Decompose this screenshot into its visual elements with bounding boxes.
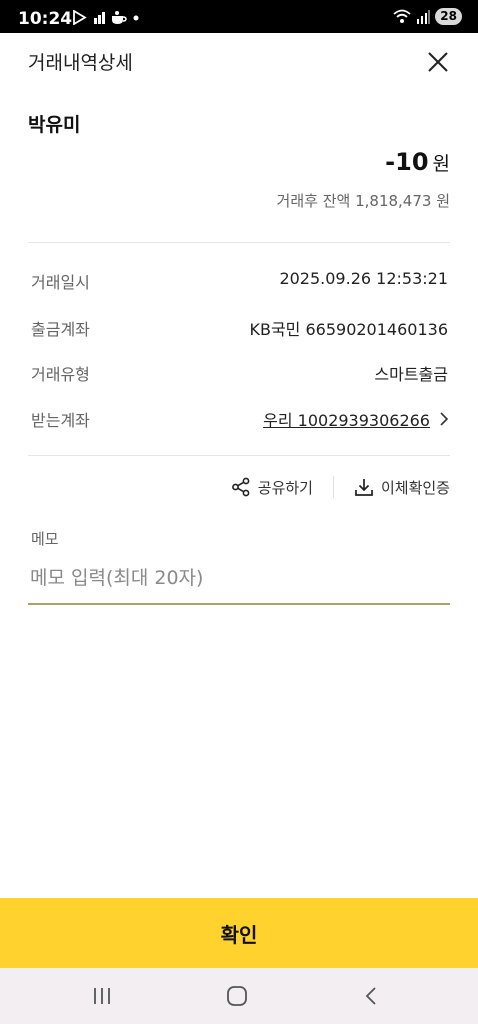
- status-bar: 10:24 28: [0, 0, 478, 33]
- balance-after: 거래후 잔액 1,818,473 원: [276, 192, 450, 210]
- detail-row-type: 거래유형 스마트출금: [28, 357, 450, 387]
- close-icon[interactable]: [426, 50, 450, 74]
- system-nav-bar: [0, 968, 478, 1024]
- notification-icons: [72, 10, 139, 25]
- detail-value: KB국민 66590201460136: [249, 320, 448, 339]
- detail-label: 출금계좌: [31, 320, 90, 339]
- header: 거래내역상세: [0, 33, 478, 89]
- counterparty-name: 박유미: [28, 114, 81, 136]
- dot-icon: [133, 15, 139, 20]
- notification-icon: [94, 12, 105, 24]
- signal-icon: [417, 9, 431, 24]
- recent-apps-icon[interactable]: [90, 985, 114, 1007]
- battery-icon: 28: [435, 8, 462, 25]
- amount-value: -10: [385, 148, 429, 176]
- wifi-icon: [393, 9, 411, 23]
- share-icon: [231, 477, 250, 497]
- certificate-label[interactable]: 이체확인증: [381, 477, 450, 498]
- coffee-icon: [112, 11, 127, 24]
- system-icons: 28: [393, 8, 462, 25]
- confirm-button[interactable]: 확인: [0, 898, 478, 968]
- share-button[interactable]: 공유하기: [231, 477, 313, 498]
- download-icon: [355, 479, 373, 496]
- home-icon[interactable]: [225, 985, 249, 1007]
- memo-label: 메모: [31, 530, 59, 548]
- detail-value: 스마트출금: [374, 365, 448, 384]
- detail-row-receiving-account[interactable]: 받는계좌 우리 1002939306266: [28, 403, 450, 433]
- divider: [28, 242, 450, 243]
- divider: [332, 476, 334, 498]
- receiving-account-text[interactable]: 우리 1002939306266: [263, 411, 430, 430]
- detail-label: 받는계좌: [31, 411, 90, 430]
- play-store-icon: [73, 10, 87, 25]
- detail-value: 2025.09.26 12:53:21: [279, 269, 448, 288]
- page-title: 거래내역상세: [28, 52, 133, 74]
- receiving-account-link[interactable]: 우리 1002939306266: [263, 407, 430, 431]
- amount-unit: 원: [432, 153, 450, 175]
- divider: [28, 455, 450, 456]
- status-time: 10:24: [18, 9, 73, 29]
- chevron-right-icon[interactable]: [438, 411, 450, 427]
- transaction-amount: -10 원: [385, 148, 450, 176]
- detail-row-withdraw-account: 출금계좌 KB국민 66590201460136: [28, 312, 450, 342]
- back-icon[interactable]: [360, 985, 384, 1007]
- transfer-certificate-button[interactable]: 이체확인증: [354, 477, 450, 498]
- detail-label: 거래유형: [31, 365, 90, 384]
- action-bar: 공유하기 이체확인증: [231, 472, 450, 502]
- detail-label: 거래일시: [31, 273, 90, 292]
- detail-row-datetime: 거래일시 2025.09.26 12:53:21: [28, 265, 450, 295]
- memo-input[interactable]: [28, 558, 450, 605]
- share-label[interactable]: 공유하기: [258, 477, 313, 498]
